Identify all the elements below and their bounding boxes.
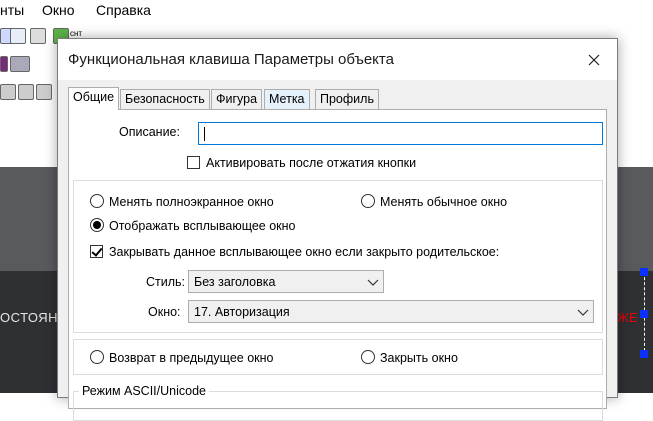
tab-panel-general: Описание: Активировать после отжатия кно…	[68, 109, 607, 421]
change-fullscreen-label: Менять полноэкранное окно	[109, 195, 274, 209]
menu-item-help[interactable]: Справка	[96, 2, 151, 18]
return-previous-label: Возврат в предыдущее окно	[109, 351, 274, 365]
selection-handle[interactable]	[640, 310, 648, 318]
change-normal-label: Менять обычное окно	[380, 195, 508, 209]
tab-label[interactable]: Метка	[264, 89, 310, 109]
menu-item-tools[interactable]: нты	[0, 2, 24, 18]
description-input[interactable]	[198, 122, 603, 145]
window-label: Окно:	[148, 305, 181, 319]
zoom-icon[interactable]	[10, 28, 26, 44]
menu-item-window[interactable]: Окно	[42, 2, 75, 18]
show-popup-label: Отображать всплывающее окно	[109, 219, 296, 233]
change-fullscreen-radio[interactable]	[90, 194, 104, 208]
selection-handle[interactable]	[640, 268, 648, 276]
shape-icon[interactable]	[0, 56, 8, 72]
dialog-titlebar[interactable]: Функциональная клавиша Параметры объекта	[58, 39, 617, 80]
background-status-text: ОСТОЯН	[0, 310, 59, 325]
activate-on-release-label: Активировать после отжатия кнопки	[206, 156, 417, 170]
close-popup-label: Закрывать данное всплывающее окно если з…	[109, 245, 500, 259]
align-icon[interactable]	[0, 84, 16, 100]
style-label: Стиль:	[146, 275, 186, 289]
text-caret	[204, 127, 205, 141]
dialog-title: Функциональная клавиша Параметры объекта	[68, 51, 394, 68]
chevron-down-icon	[367, 279, 379, 286]
activate-on-release-checkbox[interactable]	[187, 156, 200, 169]
toolbar-ascii-label: снт	[70, 29, 83, 38]
close-window-radio[interactable]	[361, 350, 375, 364]
style-value: Без заголовка	[194, 275, 276, 289]
align-icon-2[interactable]	[18, 84, 34, 100]
window-value: 17. Авторизация	[194, 305, 290, 319]
close-icon	[588, 54, 600, 65]
object-icon[interactable]	[10, 56, 30, 72]
close-popup-checkbox[interactable]	[90, 245, 103, 258]
tab-security[interactable]: Безопасность	[120, 89, 210, 109]
tab-shape[interactable]: Фигура	[211, 89, 263, 109]
change-normal-radio[interactable]	[361, 194, 375, 208]
tool-icon[interactable]	[30, 28, 46, 44]
background-menubar: нты Окно Справка	[0, 0, 653, 22]
description-label: Описание:	[119, 125, 180, 139]
chevron-down-icon	[577, 309, 589, 316]
close-button[interactable]	[571, 39, 617, 80]
window-select[interactable]: 17. Авторизация	[188, 300, 594, 323]
selection-handle[interactable]	[640, 350, 648, 358]
background-red-text: ЖЕ	[617, 310, 638, 325]
tab-general[interactable]: Общие	[68, 87, 120, 110]
align-icon-3[interactable]	[36, 84, 52, 100]
style-select[interactable]: Без заголовка	[188, 270, 384, 293]
close-window-label: Закрыть окно	[380, 351, 458, 365]
show-popup-radio[interactable]	[90, 218, 104, 232]
return-previous-radio[interactable]	[90, 350, 104, 364]
ascii-mode-legend: Режим ASCII/Unicode	[79, 384, 209, 398]
object-properties-dialog: Функциональная клавиша Параметры объекта…	[57, 38, 618, 421]
tab-profile[interactable]: Профиль	[315, 89, 379, 109]
